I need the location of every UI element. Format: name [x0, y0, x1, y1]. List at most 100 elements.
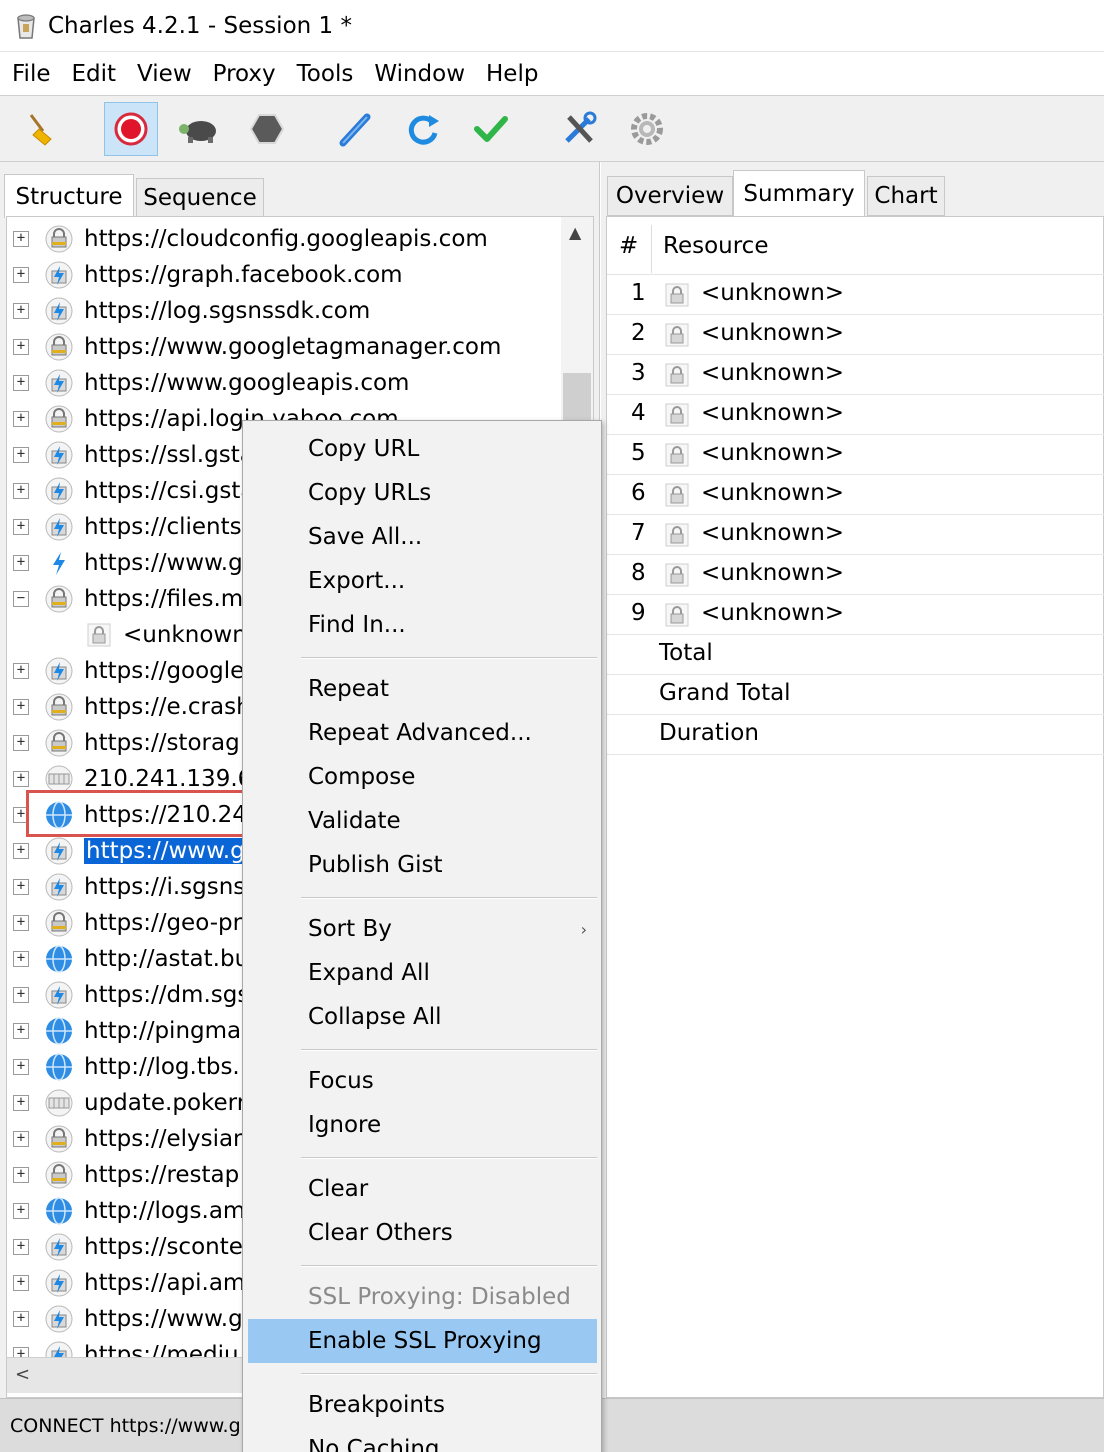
expand-node-icon[interactable]: +: [13, 915, 29, 931]
expand-node-icon[interactable]: +: [13, 555, 29, 571]
summary-total-row[interactable]: Duration: [607, 715, 1104, 755]
compose-button[interactable]: [328, 102, 382, 156]
table-row[interactable]: 8 <unknown>: [607, 555, 1104, 595]
expand-node-icon[interactable]: +: [13, 771, 29, 787]
ssl-host-bolt-icon: [45, 261, 73, 289]
expand-node-icon[interactable]: +: [13, 1023, 29, 1039]
menu-item-find-in[interactable]: Find In...: [248, 603, 597, 647]
expand-node-icon[interactable]: +: [13, 1059, 29, 1075]
menu-view[interactable]: View: [125, 61, 201, 87]
summary-total-row[interactable]: Total: [607, 635, 1104, 675]
table-row[interactable]: 3 <unknown>: [607, 355, 1104, 395]
tab-overview[interactable]: Overview: [607, 176, 733, 216]
menu-tools[interactable]: Tools: [285, 61, 363, 87]
tree-row[interactable]: + https://cloudconfig.googleapis.com: [7, 221, 567, 257]
lock-icon: [663, 401, 691, 435]
tree-row[interactable]: + https://graph.facebook.com: [7, 257, 567, 293]
table-row[interactable]: 9 <unknown>: [607, 595, 1104, 635]
expand-node-icon[interactable]: +: [13, 1239, 29, 1255]
menu-item-clear-others[interactable]: Clear Others: [248, 1211, 597, 1255]
menu-item-copy-urls[interactable]: Copy URLs: [248, 471, 597, 515]
scroll-up-icon[interactable]: ▲: [569, 223, 581, 242]
menu-window[interactable]: Window: [362, 61, 474, 87]
throttle-button[interactable]: [172, 102, 226, 156]
expand-node-icon[interactable]: +: [13, 987, 29, 1003]
summary-total-row[interactable]: Grand Total: [607, 675, 1104, 715]
menu-item-breakpoints[interactable]: Breakpoints: [248, 1383, 597, 1427]
table-row[interactable]: 4 <unknown>: [607, 395, 1104, 435]
expand-node-icon[interactable]: +: [13, 843, 29, 859]
tab-structure[interactable]: Structure: [4, 174, 134, 218]
table-row[interactable]: 7 <unknown>: [607, 515, 1104, 555]
menu-item-publish-gist[interactable]: Publish Gist: [248, 843, 597, 887]
menu-item-focus[interactable]: Focus: [248, 1059, 597, 1103]
menu-item-repeat-advanced[interactable]: Repeat Advanced...: [248, 711, 597, 755]
expand-node-icon[interactable]: +: [13, 699, 29, 715]
menu-item-expand-all[interactable]: Expand All: [248, 951, 597, 995]
expand-node-icon[interactable]: +: [13, 735, 29, 751]
stop-recording-button[interactable]: [240, 102, 294, 156]
expand-node-icon[interactable]: +: [13, 483, 29, 499]
menu-item-label: Validate: [308, 808, 401, 834]
menu-item-clear[interactable]: Clear: [248, 1167, 597, 1211]
record-button[interactable]: [104, 102, 158, 156]
expand-node-icon[interactable]: +: [13, 1311, 29, 1327]
menu-item-enable-ssl-proxying[interactable]: Enable SSL Proxying: [248, 1319, 597, 1363]
tools-button[interactable]: [552, 102, 606, 156]
menu-item-validate[interactable]: Validate: [248, 799, 597, 843]
expand-node-icon[interactable]: +: [13, 411, 29, 427]
tab-sequence[interactable]: Sequence: [136, 178, 264, 218]
tree-node-label: https://geo-pr: [84, 910, 243, 936]
expand-node-icon[interactable]: +: [13, 1167, 29, 1183]
tab-summary[interactable]: Summary: [733, 170, 865, 216]
collapse-node-icon[interactable]: −: [13, 591, 29, 607]
expand-node-icon[interactable]: +: [13, 1203, 29, 1219]
tab-chart[interactable]: Chart: [867, 176, 945, 216]
menu-edit[interactable]: Edit: [60, 61, 126, 87]
scroll-left-icon[interactable]: <: [15, 1364, 30, 1385]
expand-node-icon[interactable]: +: [13, 1131, 29, 1147]
menu-item-no-caching[interactable]: No Caching: [248, 1427, 597, 1452]
expand-node-icon[interactable]: +: [13, 663, 29, 679]
expand-node-icon[interactable]: +: [13, 1095, 29, 1111]
menu-item-copy-url[interactable]: Copy URL: [248, 427, 597, 471]
expand-node-icon[interactable]: +: [13, 375, 29, 391]
tree-row[interactable]: + https://www.googleapis.com: [7, 365, 567, 401]
menu-item-ignore[interactable]: Ignore: [248, 1103, 597, 1147]
column-resource-header[interactable]: Resource: [663, 233, 768, 259]
tree-row[interactable]: + https://www.googletagmanager.com: [7, 329, 567, 365]
column-number-header[interactable]: #: [619, 233, 638, 259]
clear-session-button[interactable]: [14, 102, 68, 156]
expand-node-icon[interactable]: +: [13, 231, 29, 247]
menu-item-save-all[interactable]: Save All...: [248, 515, 597, 559]
expand-node-icon[interactable]: +: [13, 339, 29, 355]
tree-node-label: https://google: [84, 658, 245, 684]
menu-item-repeat[interactable]: Repeat: [248, 667, 597, 711]
expand-node-icon[interactable]: +: [13, 879, 29, 895]
tree-node-label: https://dm.sgs: [84, 982, 250, 1008]
secure-host-lock-icon: [45, 909, 73, 937]
table-row[interactable]: 1 <unknown>: [607, 275, 1104, 315]
expand-node-icon[interactable]: +: [13, 1275, 29, 1291]
repeat-button[interactable]: [396, 102, 450, 156]
expand-node-icon[interactable]: +: [13, 267, 29, 283]
expand-node-icon[interactable]: +: [13, 447, 29, 463]
table-row[interactable]: 2 <unknown>: [607, 315, 1104, 355]
menu-proxy[interactable]: Proxy: [201, 61, 285, 87]
table-row[interactable]: 6 <unknown>: [607, 475, 1104, 515]
settings-button[interactable]: [620, 102, 674, 156]
menu-bar: File Edit View Proxy Tools Window Help: [0, 52, 1104, 96]
validate-button[interactable]: [464, 102, 518, 156]
menu-item-export[interactable]: Export...: [248, 559, 597, 603]
menu-item-sort-by[interactable]: Sort By ›: [248, 907, 597, 951]
expand-node-icon[interactable]: +: [13, 303, 29, 319]
expand-node-icon[interactable]: +: [13, 519, 29, 535]
menu-item-compose[interactable]: Compose: [248, 755, 597, 799]
tree-row[interactable]: + https://log.sgsnssdk.com: [7, 293, 567, 329]
menu-item-collapse-all[interactable]: Collapse All: [248, 995, 597, 1039]
expand-node-icon[interactable]: +: [13, 951, 29, 967]
menu-file[interactable]: File: [0, 61, 60, 87]
settings-gear-icon: [631, 113, 663, 145]
table-row[interactable]: 5 <unknown>: [607, 435, 1104, 475]
menu-help[interactable]: Help: [474, 61, 547, 87]
